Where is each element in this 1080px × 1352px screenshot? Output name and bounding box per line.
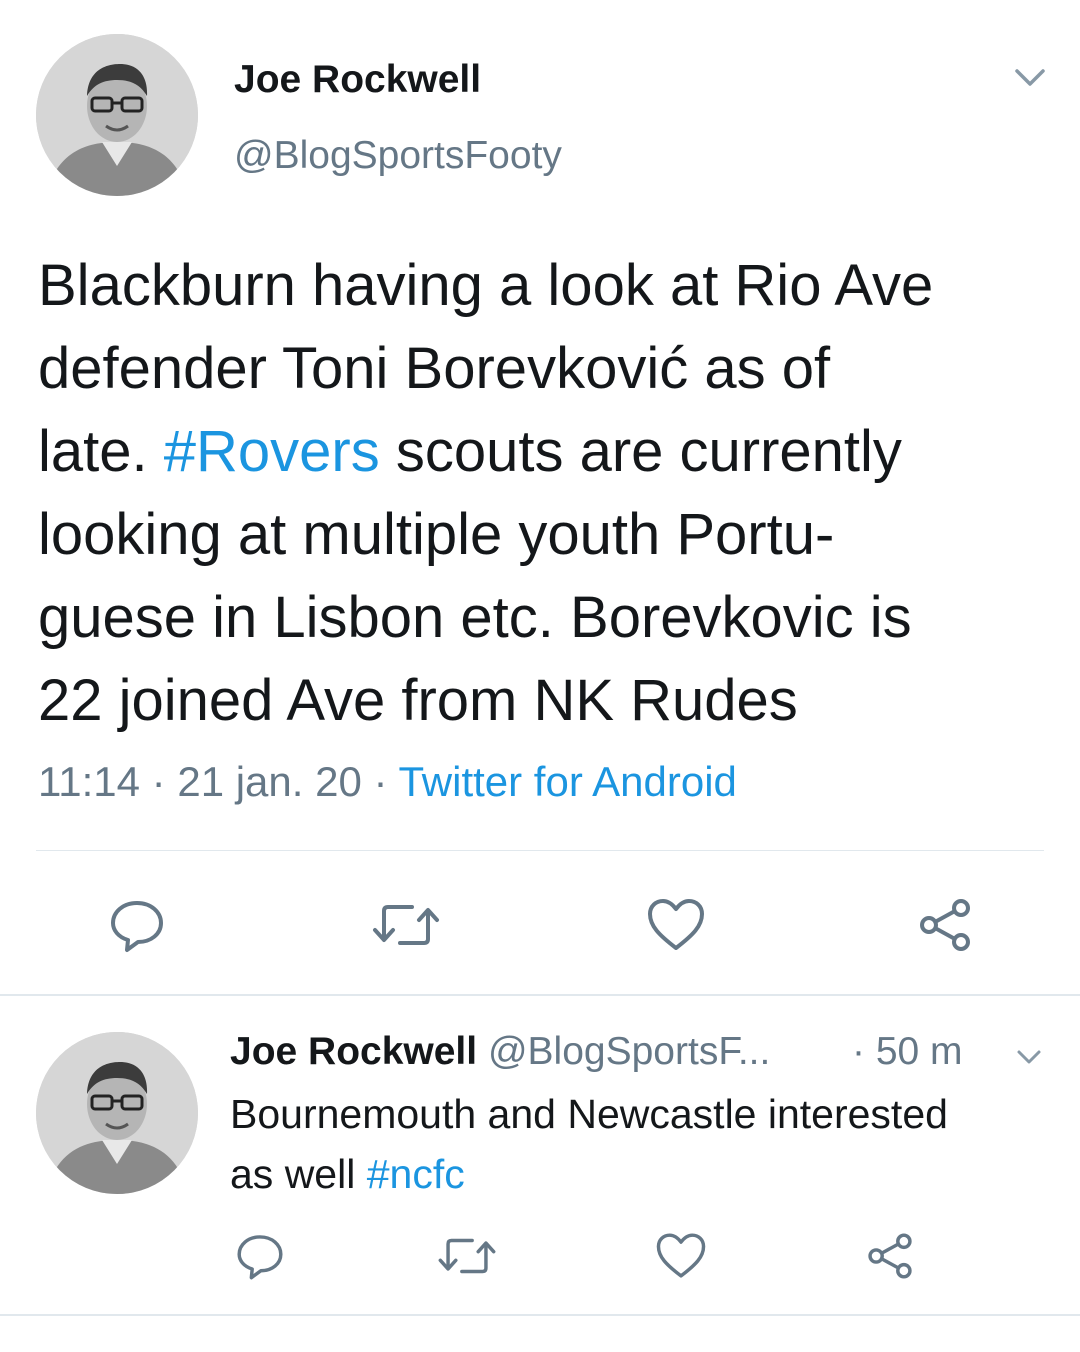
share-button[interactable]: [862, 1228, 918, 1284]
tweet-text-line: looking at multiple youth Portu-: [38, 502, 835, 567]
retweet-icon: [373, 905, 439, 945]
avatar-photo: [36, 34, 198, 196]
meta-separator: ·: [373, 758, 388, 805]
hashtag-link[interactable]: #ncfc: [367, 1151, 465, 1197]
like-button[interactable]: [642, 892, 710, 958]
like-button[interactable]: [652, 1228, 710, 1284]
author-name[interactable]: Joe Rockwell: [234, 58, 481, 102]
tweet-text-line: Blackburn having a look at Rio Ave: [38, 253, 934, 318]
reply-icon: [111, 901, 163, 952]
author-handle[interactable]: @BlogSportsF...: [488, 1030, 770, 1073]
tweet-text-line: guese in Lisbon etc. Borevkovic is: [38, 585, 912, 650]
tweet-text-line: as well #ncfc: [230, 1151, 465, 1197]
reply-button[interactable]: [232, 1228, 288, 1284]
tweet-text-line: defender Toni Borevković as of: [38, 336, 831, 401]
tweet-date: 21 jan. 20: [177, 758, 362, 805]
chevron-down-icon[interactable]: [1010, 62, 1050, 92]
chevron-down-icon[interactable]: [1014, 1046, 1044, 1068]
tweet-text: Blackburn having a look at Rio Ave defen…: [38, 244, 1058, 742]
share-icon: [920, 899, 970, 951]
divider: [36, 850, 1044, 851]
tweet-source-link[interactable]: Twitter for Android: [398, 758, 736, 805]
retweet-button[interactable]: [436, 1228, 498, 1284]
tweet-text: Bournemouth and Newcastle interested as …: [230, 1084, 1050, 1204]
share-button[interactable]: [912, 892, 978, 958]
tweet-time: 11:14: [38, 758, 140, 805]
tweet-time: · 50 m: [852, 1030, 963, 1073]
share-icon: [868, 1233, 912, 1279]
reply-header: Joe Rockwell @BlogSportsF...: [230, 1030, 770, 1074]
tweet-text-line: Bournemouth and Newcastle interested: [230, 1091, 948, 1137]
reply-icon: [237, 1235, 283, 1280]
divider: [0, 994, 1080, 996]
tweet-text-line: late. #Rovers scouts are currently: [38, 419, 902, 484]
heart-icon: [656, 1233, 706, 1278]
meta-separator: ·: [151, 758, 166, 805]
avatar-photo: [36, 1032, 198, 1194]
divider: [0, 1314, 1080, 1316]
retweet-button[interactable]: [370, 892, 442, 958]
author-handle[interactable]: @BlogSportsFooty: [234, 134, 562, 178]
reply-button[interactable]: [104, 892, 170, 958]
tweet-meta: 11:14 · 21 jan. 20 · Twitter for Android: [38, 758, 737, 806]
tweet-text-line: 22 joined Ave from NK Rudes: [38, 668, 798, 733]
retweet-icon: [438, 1238, 496, 1274]
hashtag-link[interactable]: #Rovers: [164, 419, 380, 484]
avatar[interactable]: [36, 34, 198, 196]
heart-icon: [648, 899, 704, 950]
avatar[interactable]: [36, 1032, 198, 1194]
author-name[interactable]: Joe Rockwell: [230, 1030, 477, 1073]
